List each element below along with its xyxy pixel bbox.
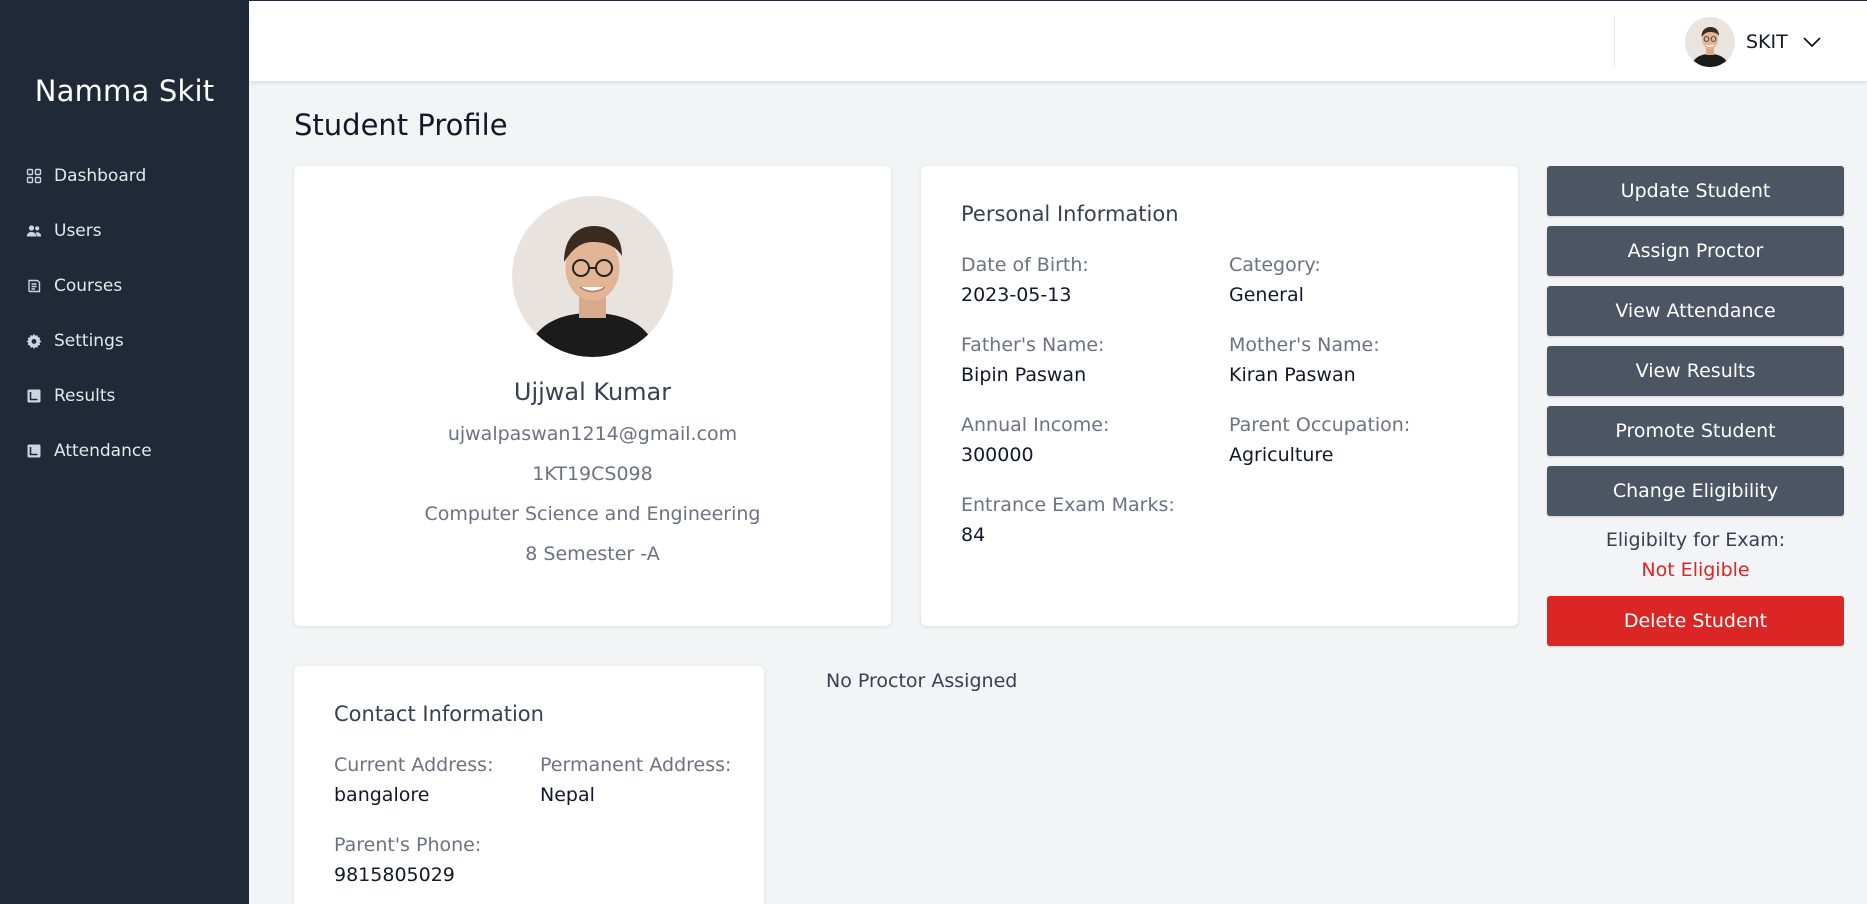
mother-name-label: Mother's Name:: [1229, 334, 1380, 356]
student-semester: 8 Semester -A: [525, 543, 660, 565]
student-department: Computer Science and Engineering: [424, 503, 761, 525]
view-results-button[interactable]: View Results: [1547, 346, 1844, 396]
profile-photo: [512, 196, 673, 357]
user-name[interactable]: SKIT: [1746, 31, 1788, 53]
brand-title[interactable]: Namma Skit: [0, 74, 249, 108]
book-icon: [26, 278, 42, 294]
father-name-label: Father's Name:: [961, 334, 1105, 356]
sidebar-nav: Dashboard Users Courses Settings Results…: [0, 148, 249, 478]
profile-card: Ujjwal Kumar ujwalpaswan1214@gmail.com 1…: [294, 166, 891, 626]
sidebar-item-results[interactable]: Results: [0, 368, 249, 423]
sidebar-item-label: Results: [54, 385, 116, 406]
change-eligibility-button[interactable]: Change Eligibility: [1547, 466, 1844, 516]
grid-icon: [26, 168, 42, 184]
personal-info-title: Personal Information: [961, 202, 1179, 226]
student-usn: 1KT19CS098: [532, 463, 653, 485]
eligibility-label: Eligibilty for Exam:: [1605, 529, 1786, 551]
entrance-marks-value: 84: [961, 524, 986, 546]
sidebar-item-dashboard[interactable]: Dashboard: [0, 148, 249, 203]
parent-phone-label: Parent's Phone:: [334, 834, 482, 856]
current-address-value: bangalore: [334, 784, 430, 806]
sidebar-item-label: Settings: [54, 330, 124, 351]
user-menu[interactable]: SKIT: [1685, 17, 1822, 67]
annual-income-label: Annual Income:: [961, 414, 1110, 436]
users-icon: [26, 223, 42, 239]
sidebar-item-label: Courses: [54, 275, 123, 296]
dob-label: Date of Birth:: [961, 254, 1089, 276]
assign-proctor-button[interactable]: Assign Proctor: [1547, 226, 1844, 276]
sidebar-item-label: Users: [54, 220, 102, 241]
student-name: Ujjwal Kumar: [513, 378, 672, 406]
sidebar-item-label: Attendance: [54, 440, 152, 461]
gear-icon: [26, 333, 42, 349]
category-label: Category:: [1229, 254, 1321, 276]
delete-student-button[interactable]: Delete Student: [1547, 596, 1844, 646]
mother-name-value: Kiran Paswan: [1229, 364, 1356, 386]
student-email: ujwalpaswan1214@gmail.com: [447, 423, 738, 445]
current-address-label: Current Address:: [334, 754, 494, 776]
contact-info-title: Contact Information: [334, 702, 544, 726]
avatar[interactable]: [1685, 17, 1735, 67]
parent-occupation-value: Agriculture: [1229, 444, 1334, 466]
sidebar-item-attendance[interactable]: Attendance: [0, 423, 249, 478]
father-name-value: Bipin Paswan: [961, 364, 1087, 386]
entrance-marks-label: Entrance Exam Marks:: [961, 494, 1175, 516]
dob-value: 2023-05-13: [961, 284, 1072, 306]
main-content: Student Profile Ujjwal Kumar ujwalpaswan…: [264, 96, 1867, 904]
parent-phone-value: 9815805029: [334, 864, 455, 886]
annual-income-value: 300000: [961, 444, 1034, 466]
page-title: Student Profile: [294, 108, 508, 142]
category-value: General: [1229, 284, 1304, 306]
proctor-status: No Proctor Assigned: [826, 670, 1018, 692]
personal-info-card: Personal Information Date of Birth: 2023…: [921, 166, 1518, 626]
parent-occupation-label: Parent Occupation:: [1229, 414, 1411, 436]
chevron-down-icon[interactable]: [1802, 36, 1822, 48]
update-student-button[interactable]: Update Student: [1547, 166, 1844, 216]
app-root: Namma Skit Dashboard Users Courses Setti…: [0, 0, 1867, 904]
sidebar: Namma Skit Dashboard Users Courses Setti…: [0, 0, 249, 904]
sidebar-item-label: Dashboard: [54, 165, 147, 186]
promote-student-button[interactable]: Promote Student: [1547, 406, 1844, 456]
header-divider: [1614, 17, 1615, 67]
contact-info-card: Contact Information Current Address: ban…: [294, 666, 764, 904]
eligibility-status: Not Eligible: [1641, 559, 1750, 581]
sidebar-item-users[interactable]: Users: [0, 203, 249, 258]
attendance-icon: [26, 443, 42, 459]
permanent-address-value: Nepal: [540, 784, 595, 806]
permanent-address-label: Permanent Address:: [540, 754, 732, 776]
sidebar-item-settings[interactable]: Settings: [0, 313, 249, 368]
view-attendance-button[interactable]: View Attendance: [1547, 286, 1844, 336]
top-header: SKIT: [249, 0, 1867, 81]
results-icon: [26, 388, 42, 404]
sidebar-item-courses[interactable]: Courses: [0, 258, 249, 313]
